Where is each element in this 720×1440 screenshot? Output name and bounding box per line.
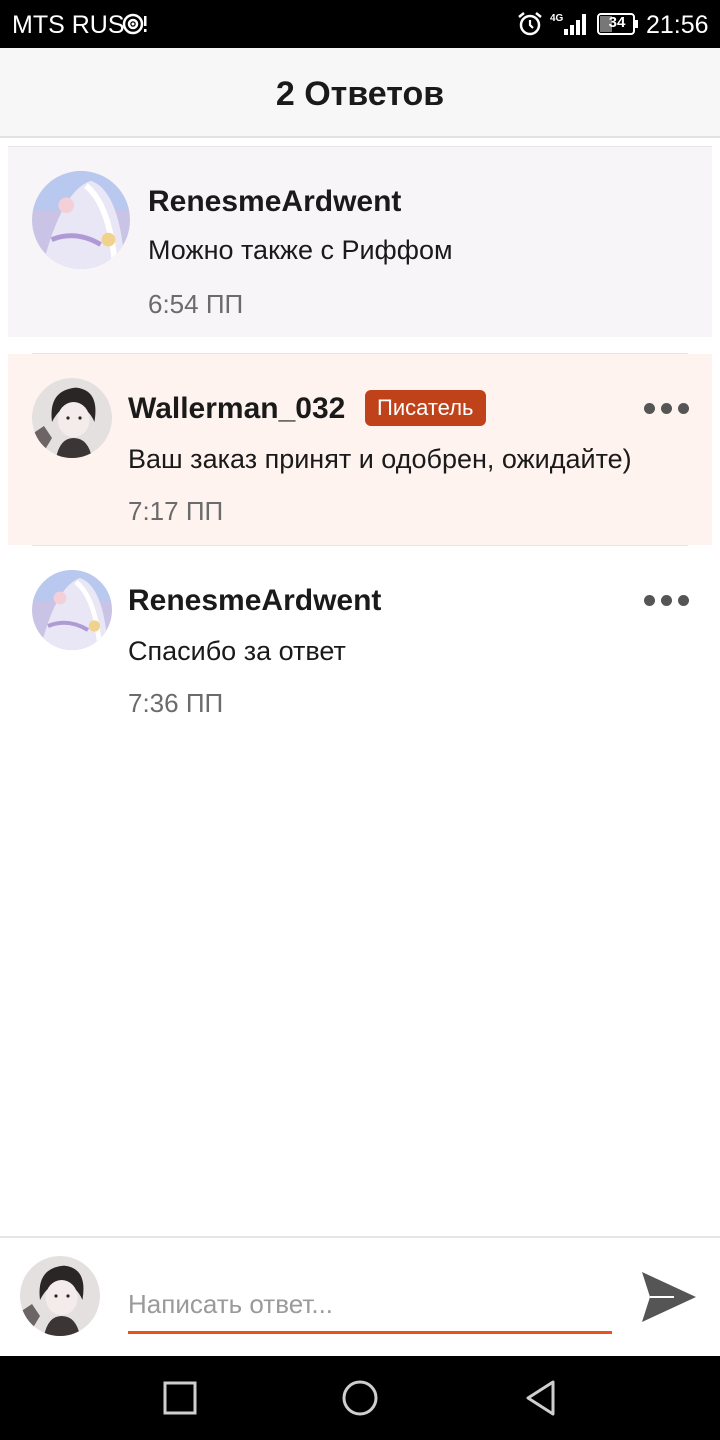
divider-gap xyxy=(688,353,712,354)
writer-badge: Писатель xyxy=(365,390,486,426)
hotspot-icon xyxy=(122,13,147,35)
reply-bar xyxy=(0,1236,720,1356)
header: 2 Ответов xyxy=(0,48,720,138)
carrier-name: MTS RUS xyxy=(12,11,125,39)
more-options-icon[interactable] xyxy=(642,398,690,418)
avatar-image-dark-hair-boy xyxy=(20,1256,100,1336)
divider-gap xyxy=(688,545,712,546)
network-4g-signal-icon: 4G xyxy=(550,13,586,35)
comment-item[interactable]: RenesmeArdwent Можно также с Риффом 6:54… xyxy=(8,146,712,337)
divider-gap xyxy=(8,545,32,546)
comment-time: 7:36 ПП xyxy=(128,688,224,718)
current-user-avatar[interactable] xyxy=(20,1256,100,1336)
page-title: 2 Ответов xyxy=(275,75,445,113)
reply-input[interactable] xyxy=(128,1278,612,1334)
comment-time: 6:54 ПП xyxy=(148,289,244,319)
comment-text: Можно также с Риффом xyxy=(148,235,453,265)
divider-gap xyxy=(8,353,32,354)
comment-item[interactable]: RenesmeArdwent Спасибо за ответ 7:36 ПП xyxy=(8,545,712,737)
avatar[interactable] xyxy=(32,171,130,269)
avatar-image-anime-girl xyxy=(32,570,112,650)
back-icon[interactable] xyxy=(520,1378,560,1418)
clock: 21:56 xyxy=(646,11,709,39)
svg-text:4G: 4G xyxy=(550,13,564,24)
avatar-image-anime-girl xyxy=(32,171,130,269)
more-options-icon[interactable] xyxy=(642,590,690,610)
system-nav-bar xyxy=(0,1356,720,1440)
avatar-image-dark-hair-boy xyxy=(32,378,112,458)
battery-level: 34 xyxy=(608,14,626,31)
send-icon[interactable] xyxy=(640,1270,698,1324)
comment-item[interactable]: Wallerman_032 Писатель Ваш заказ принят … xyxy=(8,353,712,545)
home-icon[interactable] xyxy=(340,1378,380,1418)
comment-username[interactable]: Wallerman_032 xyxy=(128,392,345,426)
comment-text: Спасибо за ответ xyxy=(128,636,346,666)
alarm-icon xyxy=(518,12,542,36)
comment-text: Ваш заказ принят и одобрен, ожидайте) xyxy=(128,444,632,474)
comment-username[interactable]: RenesmeArdwent xyxy=(148,185,401,219)
avatar[interactable] xyxy=(32,570,112,650)
comment-username[interactable]: RenesmeArdwent xyxy=(128,584,381,618)
recent-apps-icon[interactable] xyxy=(160,1378,200,1418)
status-bar: MTS RUS 4G 34 21:56 xyxy=(0,0,720,48)
comment-time: 7:17 ПП xyxy=(128,496,224,526)
avatar[interactable] xyxy=(32,378,112,458)
